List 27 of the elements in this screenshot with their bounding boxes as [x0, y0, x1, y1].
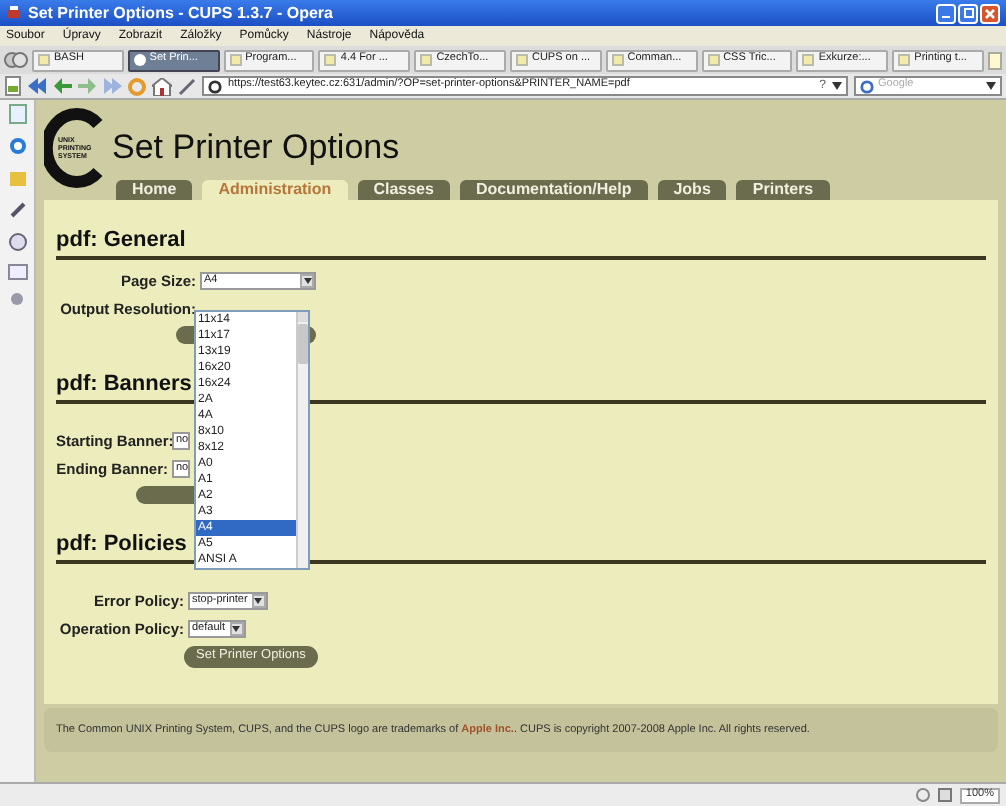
dropdown-arrow-icon[interactable]	[300, 274, 314, 288]
maximize-button[interactable]	[958, 3, 978, 23]
page-title: Set Printer Options	[112, 128, 402, 168]
dropdown-arrow-icon[interactable]	[251, 594, 266, 608]
window-icon[interactable]	[7, 264, 27, 280]
nav-tab[interactable]: Printers	[736, 180, 830, 200]
scrollbar[interactable]	[296, 312, 308, 568]
window-title: Set Printer Options - CUPS 1.3.7 - Opera	[28, 5, 333, 21]
dropdown-arrow-icon[interactable]	[986, 82, 996, 90]
home-icon[interactable]	[152, 77, 172, 95]
back-arrow-icon[interactable]	[54, 78, 72, 94]
nav-tab[interactable]: Home	[116, 180, 193, 200]
nav-tab[interactable]: Documentation/Help	[459, 180, 648, 200]
printer-icon	[6, 5, 22, 21]
minimize-button[interactable]	[936, 3, 956, 23]
close-button[interactable]	[980, 3, 1000, 23]
nav-tab[interactable]: Classes	[357, 180, 450, 200]
dropdown-arrow-icon[interactable]	[832, 82, 842, 90]
section-heading: pdf: General	[56, 228, 986, 260]
dropdown-arrow-icon[interactable]	[229, 622, 244, 636]
back-icon[interactable]	[28, 78, 48, 94]
view-icon[interactable]	[937, 788, 952, 802]
circle-icon[interactable]	[7, 136, 27, 156]
page-icon[interactable]	[7, 104, 27, 124]
page-icon[interactable]	[4, 76, 22, 96]
new-page-icon[interactable]	[987, 51, 1002, 69]
nav-tab[interactable]: Jobs	[657, 180, 727, 200]
